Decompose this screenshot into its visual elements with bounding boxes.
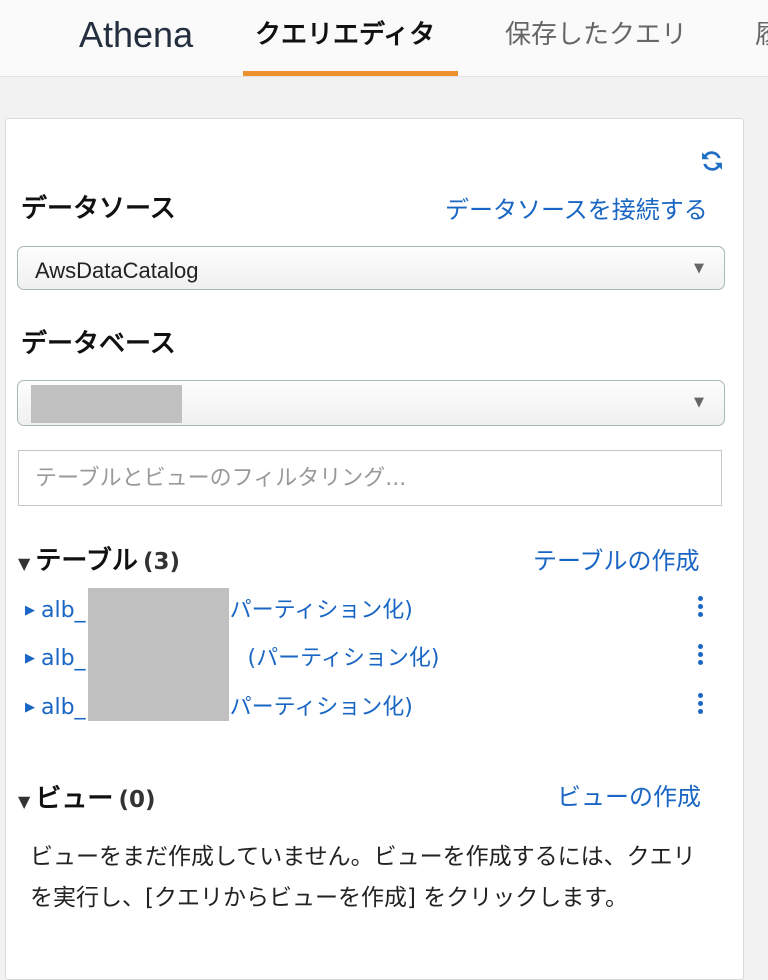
views-empty-message: ビューをまだ作成していません。ビューを作成するには、クエリを実行し、[クエリから… <box>30 844 696 911</box>
redacted-table-names <box>88 588 229 721</box>
caret-down-icon: ▼ <box>18 792 31 811</box>
active-tab-indicator <box>243 71 458 76</box>
app-brand: Athena <box>79 14 194 55</box>
refresh-icon[interactable] <box>698 147 726 175</box>
data-source-label: データソース <box>21 194 176 224</box>
top-navigation-bar: Athena クエリエディタ 保存したクエリ 履 <box>0 0 768 77</box>
table-filter-input[interactable] <box>18 450 722 506</box>
table-name-suffix: パーティション化) <box>229 695 413 720</box>
database-select[interactable]: ▼ <box>17 380 725 426</box>
chevron-down-icon: ▼ <box>694 395 704 410</box>
caret-right-icon: ▶ <box>25 700 35 715</box>
table-name-prefix: alb_ <box>41 646 86 671</box>
table-name-suffix: (パーティション化) <box>240 646 440 671</box>
tab-query-editor[interactable]: クエリエディタ <box>255 14 435 51</box>
caret-right-icon: ▶ <box>25 603 35 618</box>
tables-section-title: テーブル <box>35 546 138 576</box>
data-source-select[interactable]: AwsDataCatalog ▼ <box>17 246 725 290</box>
tab-saved-queries[interactable]: 保存したクエリ <box>505 14 687 51</box>
tab-history[interactable]: 履 <box>755 14 768 51</box>
caret-right-icon: ▶ <box>25 651 35 666</box>
tables-count: (3) <box>142 549 180 575</box>
views-count: (0) <box>118 787 156 813</box>
table-actions-menu-icon[interactable] <box>692 691 708 717</box>
views-section-toggle[interactable]: ▼ ビュー (0) <box>18 778 156 815</box>
database-label: データベース <box>21 329 176 359</box>
create-view-link[interactable]: ビューの作成 <box>557 777 701 812</box>
data-source-selected-value: AwsDataCatalog <box>35 258 199 283</box>
table-name-suffix: パーティション化) <box>229 598 413 623</box>
table-name-prefix: alb_ <box>41 598 86 623</box>
tables-section-toggle[interactable]: ▼ テーブル (3) <box>18 540 180 577</box>
views-section-title: ビュー <box>35 784 114 814</box>
table-name-prefix: alb_ <box>41 695 86 720</box>
create-table-link[interactable]: テーブルの作成 <box>533 541 700 576</box>
redacted-database-name <box>31 385 182 423</box>
table-actions-menu-icon[interactable] <box>692 594 708 620</box>
caret-down-icon: ▼ <box>18 554 31 573</box>
chevron-down-icon: ▼ <box>694 261 704 276</box>
connect-data-source-link[interactable]: データソースを接続する <box>445 190 708 225</box>
table-actions-menu-icon[interactable] <box>692 642 708 668</box>
